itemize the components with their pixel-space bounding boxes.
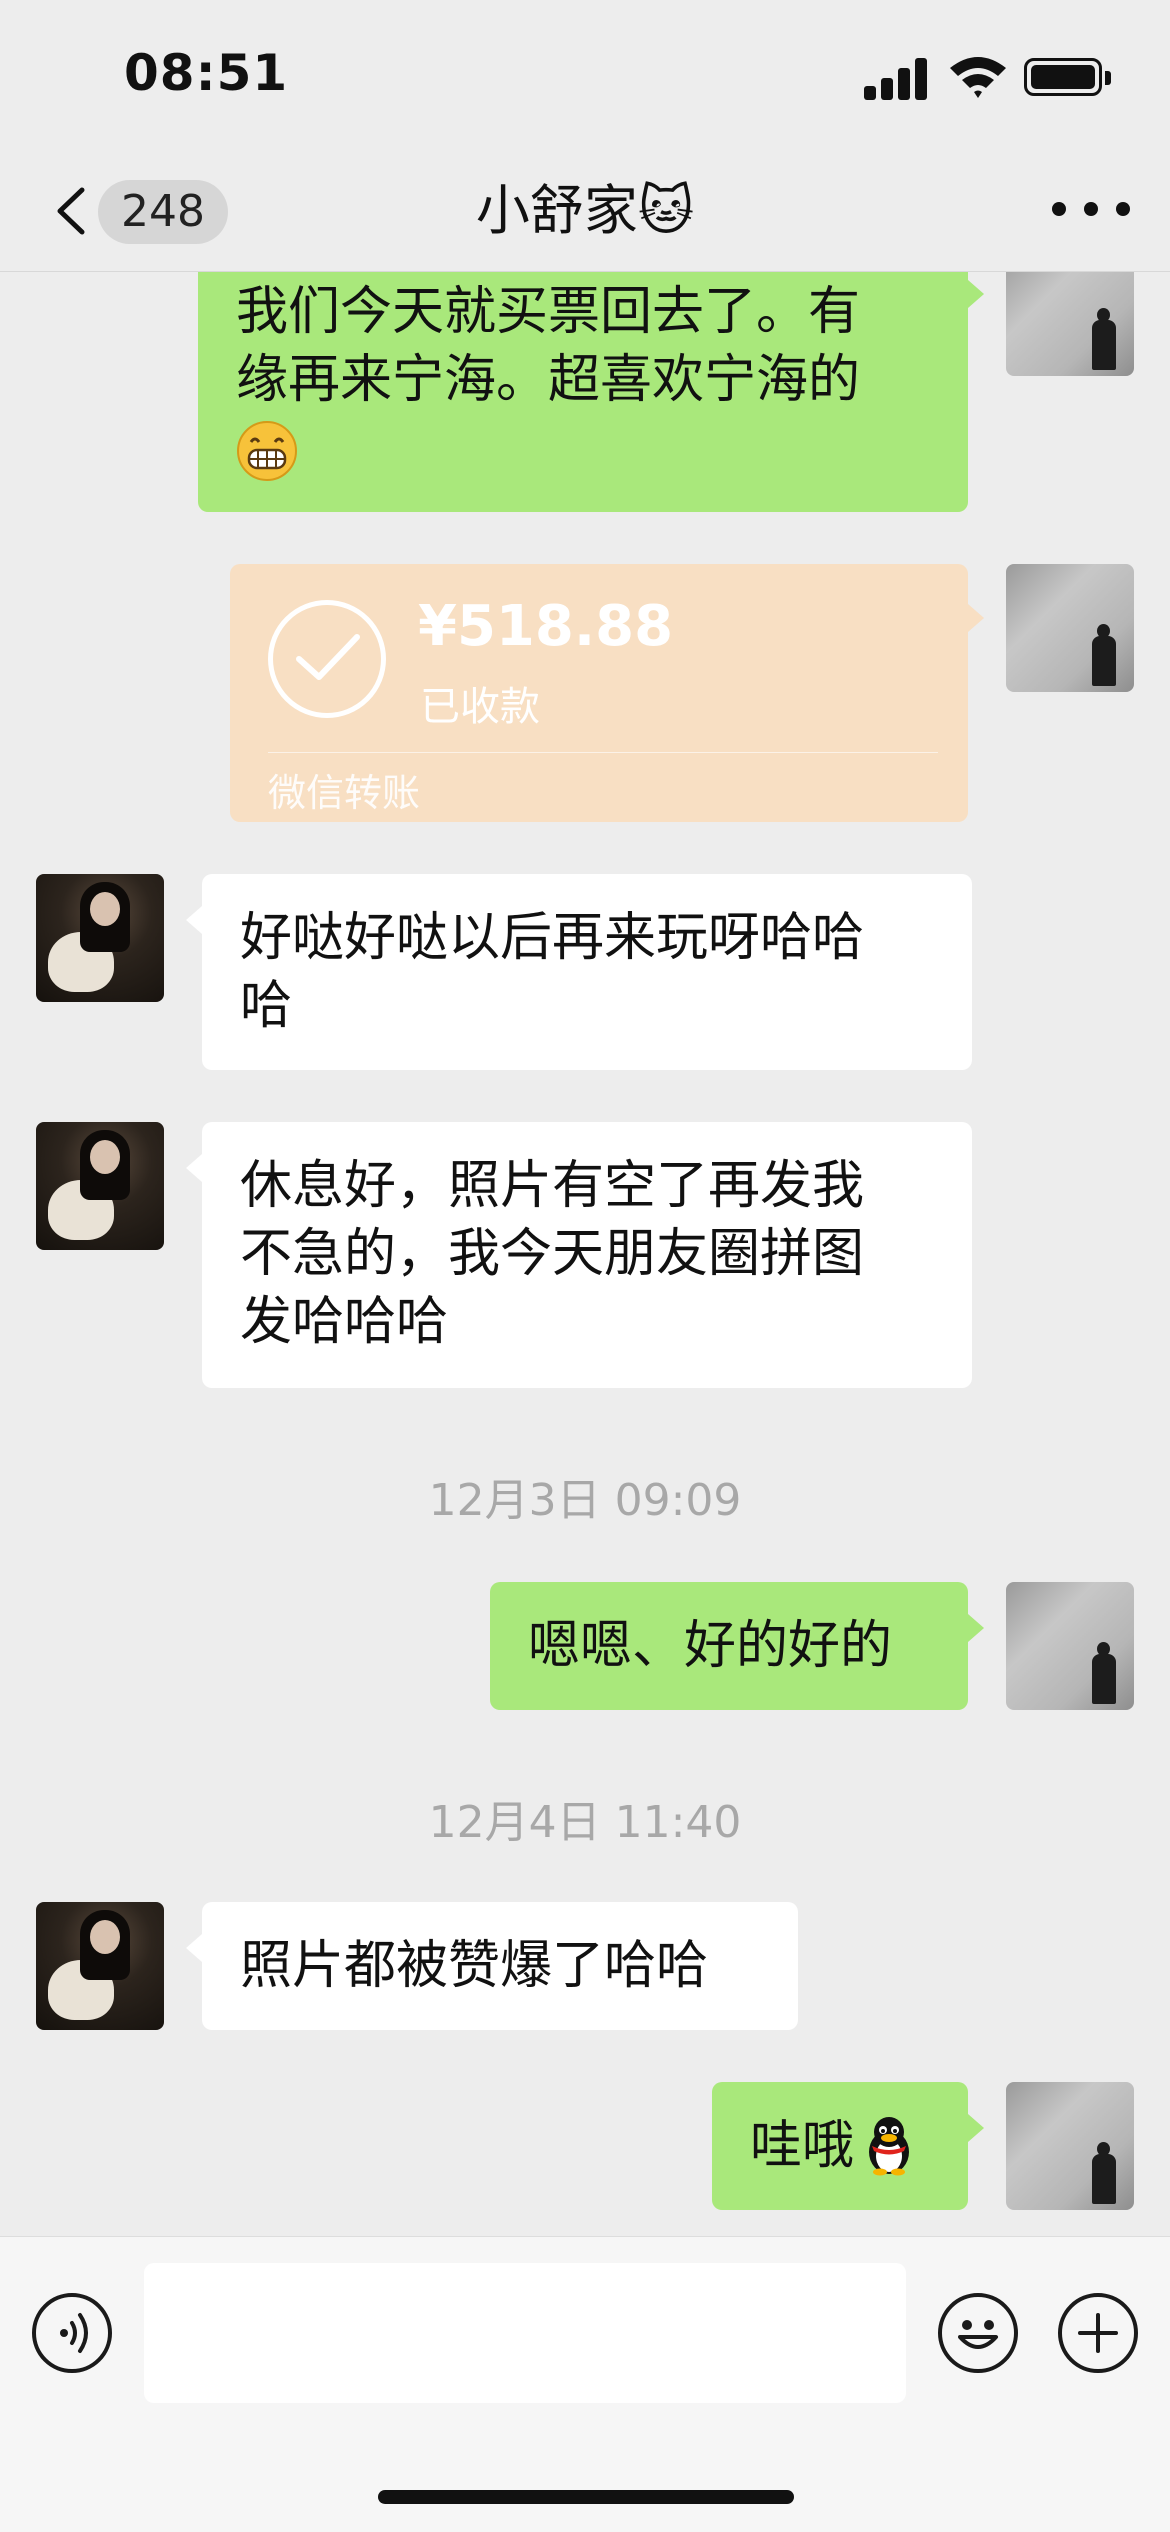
contact-message-bubble[interactable]: 休息好，照片有空了再发我 不急的，我今天朋友圈拼图 发哈哈哈 xyxy=(186,1122,972,1388)
transfer-label: 微信转账 xyxy=(268,771,421,815)
grinning-face-emoji xyxy=(237,421,297,481)
message-timestamp: 12月4日 11:40 xyxy=(428,1797,742,1848)
plus-icon xyxy=(1078,2313,1118,2353)
contact-avatar[interactable] xyxy=(36,874,164,1002)
received-check-icon xyxy=(268,600,386,718)
status-icons xyxy=(834,50,1134,110)
chat-title: 小舒家🐱 xyxy=(475,179,695,242)
message-emoji-line xyxy=(236,414,930,482)
message-list[interactable]: 我们今天就买票回去了。有 缘再来宁海。超喜欢宁海的 ¥518.88 已收款 微信 xyxy=(0,272,1170,2236)
status-time: 08:51 xyxy=(124,44,289,102)
battery-icon xyxy=(1024,58,1111,96)
plus-button[interactable] xyxy=(1058,2293,1138,2373)
voice-button[interactable] xyxy=(32,2293,112,2373)
contact-avatar[interactable] xyxy=(36,1902,164,2030)
home-indicator[interactable] xyxy=(378,2490,794,2504)
message-text-line: 我们今天就买票回去了。有 xyxy=(236,282,861,342)
contact-message-bubble[interactable]: 好哒好哒以后再来玩呀哈哈 哈 xyxy=(186,874,972,1070)
my-message-bubble[interactable]: 嗯嗯、好的好的 xyxy=(490,1582,984,1710)
my-avatar[interactable] xyxy=(1006,2082,1134,2210)
transfer-divider xyxy=(268,752,938,753)
contact-message-bubble[interactable]: 照片都被赞爆了哈哈 xyxy=(186,1902,798,2030)
message-text: 嗯嗯、好的好的 xyxy=(528,1616,893,1676)
message-text-line: 休息好，照片有空了再发我 xyxy=(240,1156,865,1216)
status-bar: 08:51 xyxy=(0,0,1170,150)
message-text-line: 不急的，我今天朋友圈拼图 xyxy=(240,1224,865,1284)
input-bar xyxy=(0,2236,1170,2532)
chat-header: 248 小舒家🐱 xyxy=(0,150,1170,272)
emoji-button[interactable] xyxy=(938,2293,1018,2373)
message-text-line: 缘再来宁海。超喜欢宁海的 xyxy=(236,350,861,410)
transfer-amount: ¥518.88 xyxy=(418,594,674,659)
my-message-bubble[interactable]: 我们今天就买票回去了。有 缘再来宁海。超喜欢宁海的 xyxy=(198,272,984,512)
transfer-card[interactable]: ¥518.88 已收款 微信转账 xyxy=(230,564,984,822)
my-message-bubble[interactable]: 哇哦 xyxy=(712,2082,984,2210)
emoji-icon xyxy=(958,2320,998,2349)
my-avatar[interactable] xyxy=(1006,272,1134,376)
message-timestamp: 12月3日 09:09 xyxy=(428,1475,742,1526)
wifi-icon xyxy=(950,57,1006,98)
my-avatar[interactable] xyxy=(1006,1582,1134,1710)
message-text: 哇哦 xyxy=(750,2116,855,2176)
message-input[interactable] xyxy=(144,2263,906,2403)
message-text: 照片都被赞爆了哈哈 xyxy=(240,1936,709,1996)
penguin-emoji xyxy=(869,2117,910,2176)
my-avatar[interactable] xyxy=(1006,564,1134,692)
message-text-line: 发哈哈哈 xyxy=(240,1292,449,1352)
contact-avatar[interactable] xyxy=(36,1122,164,1250)
voice-icon xyxy=(60,2313,88,2353)
signal-icon xyxy=(864,56,928,100)
message-text-line: 哈 xyxy=(240,976,293,1036)
message-text-line: 好哒好哒以后再来玩呀哈哈 xyxy=(240,908,865,968)
transfer-status: 已收款 xyxy=(420,684,540,730)
more-button[interactable] xyxy=(1048,190,1134,230)
